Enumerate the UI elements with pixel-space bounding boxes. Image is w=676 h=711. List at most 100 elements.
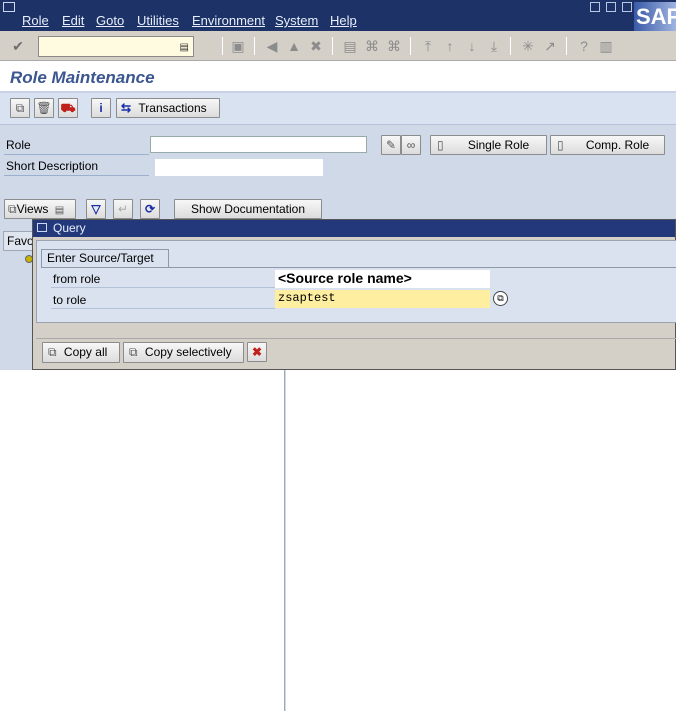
system-menu-icon[interactable] (3, 2, 15, 12)
enter-icon[interactable]: ✔ (10, 38, 26, 54)
copy-role-button[interactable]: ⧉ (10, 98, 30, 118)
menu-edit[interactable]: Edit (62, 13, 84, 28)
menu-role[interactable]: Role (22, 13, 49, 28)
refresh-icon: ⟳ (144, 202, 156, 216)
maximize-icon[interactable] (606, 2, 616, 12)
toolbar-separator (510, 37, 511, 55)
detail-panel (286, 370, 676, 711)
transactions-icon: ⇆ (121, 101, 132, 115)
short-description-label: Short Description (6, 159, 99, 173)
title-bar: Role Maintenance (0, 61, 676, 93)
exit-icon[interactable]: ▲ (286, 38, 302, 54)
views-dropdown-icon: ▤ (54, 205, 65, 216)
show-documentation-button[interactable]: Show Documentation (174, 199, 322, 219)
short-description-field[interactable] (155, 159, 323, 176)
to-role-input[interactable]: zsaptest (275, 290, 490, 308)
command-field[interactable]: ▤ (38, 36, 194, 57)
collapse-button[interactable]: ↵ (113, 199, 133, 219)
from-role-label: from role (53, 272, 101, 286)
copy-selectively-label: Copy selectively (144, 345, 232, 359)
views-label: Views (16, 202, 49, 216)
tab-line (41, 267, 676, 268)
tab-enter-source-target[interactable]: Enter Source/Target (41, 249, 169, 267)
views-button[interactable]: ⧉Views ▤ (4, 199, 76, 219)
first-page-icon[interactable]: ⤒ (420, 38, 436, 54)
refresh-button[interactable]: ⟳ (140, 199, 160, 219)
find-next-icon[interactable]: ⌘ (386, 38, 402, 54)
dialog-body: Enter Source/Target from role <Source ro… (36, 240, 676, 323)
filter-button[interactable]: ▽ (86, 199, 106, 219)
print-icon[interactable]: ▤ (342, 38, 358, 54)
role-input[interactable] (150, 136, 367, 153)
delete-button[interactable]: 🗑 (34, 98, 54, 118)
help-icon[interactable]: ? (576, 38, 592, 54)
single-role-button[interactable]: ▯ Single Role (430, 135, 547, 155)
find-icon[interactable]: ⌘ (364, 38, 380, 54)
copy-icon: ⧉ (129, 345, 138, 359)
from-role-input[interactable]: <Source role name> (275, 270, 490, 288)
copy-icon: ⧉ (48, 345, 57, 359)
tab-label: Enter Source/Target (47, 251, 154, 265)
previous-page-icon[interactable]: ↑ (442, 38, 458, 54)
menu-environment[interactable]: Environment (192, 13, 265, 28)
page-title: Role Maintenance (10, 68, 155, 87)
role-label: Role (6, 138, 31, 152)
toolbar-separator (566, 37, 567, 55)
application-toolbar: ⧉ 🗑 ⛟ i ⇆ Transactions (0, 93, 676, 125)
copy-all-button[interactable]: ⧉ Copy all (42, 342, 120, 363)
menu-help[interactable]: Help (330, 13, 357, 28)
short-description-underline (4, 175, 149, 176)
cancel-dialog-button[interactable]: ✖ (247, 342, 267, 362)
menu-utilities[interactable]: Utilities (137, 13, 179, 28)
role-label-underline (4, 154, 149, 155)
tree-panel (0, 370, 285, 711)
menu-goto[interactable]: Goto (96, 13, 124, 28)
pencil-icon: ✎ (385, 138, 397, 152)
dialog-menu-icon[interactable] (37, 223, 47, 232)
dialog-title: Query (53, 221, 86, 235)
new-session-icon[interactable]: ✳ (520, 38, 536, 54)
close-window-icon[interactable] (622, 2, 632, 12)
favorites-label: Favo (7, 234, 34, 248)
display-glasses-button[interactable]: ∞ (401, 135, 421, 155)
cancel-icon[interactable]: ✖ (308, 38, 324, 54)
show-documentation-label: Show Documentation (190, 202, 306, 216)
comp-role-label: Comp. Role (585, 138, 650, 152)
from-role-value: <Source role name> (278, 270, 412, 286)
from-role-underline (51, 287, 275, 288)
document-icon: ▯ (557, 138, 564, 152)
dialog-title-bar[interactable]: Query (33, 220, 675, 237)
document-icon: ▯ (437, 138, 444, 152)
customize-layout-icon[interactable]: ▥ (598, 38, 614, 54)
favorites-column-header[interactable]: Favo (3, 231, 34, 251)
info-button[interactable]: i (91, 98, 111, 118)
views-icon: ⧉ (8, 202, 17, 216)
transport-button[interactable]: ⛟ (58, 98, 78, 118)
back-icon[interactable]: ◀ (264, 38, 280, 54)
transactions-label: Transactions (138, 101, 207, 115)
command-field-dropdown-icon[interactable]: ▤ (180, 42, 189, 53)
change-pencil-button[interactable]: ✎ (381, 135, 401, 155)
toolbar-separator (254, 37, 255, 55)
collapse-icon: ↵ (117, 202, 129, 216)
menu-bar: Role Edit Goto Utilities Environment Sys… (0, 0, 676, 31)
minimize-icon[interactable] (590, 2, 600, 12)
last-page-icon[interactable]: ⤓ (486, 38, 502, 54)
menu-system[interactable]: System (275, 13, 318, 28)
shortcut-icon[interactable]: ↗ (542, 38, 558, 54)
to-role-label: to role (53, 293, 87, 307)
copy-selectively-button[interactable]: ⧉ Copy selectively (123, 342, 244, 363)
copy-all-label: Copy all (63, 345, 108, 359)
save-icon[interactable]: ▣ (230, 38, 246, 54)
transactions-button[interactable]: ⇆ Transactions (116, 98, 220, 118)
single-role-label: Single Role (467, 138, 530, 152)
filter-icon: ▽ (91, 202, 101, 216)
to-role-value: zsaptest (278, 291, 336, 305)
toolbar-separator (410, 37, 411, 55)
value-help-icon[interactable]: ⧉ (493, 291, 508, 306)
toolbar-separator (222, 37, 223, 55)
query-dialog: Query Enter Source/Target from role <Sou… (32, 219, 676, 370)
next-page-icon[interactable]: ↓ (464, 38, 480, 54)
comp-role-button[interactable]: ▯ Comp. Role (550, 135, 665, 155)
standard-toolbar: ✔ ▤ ▣ ◀ ▲ ✖ ▤ ⌘ ⌘ ⤒ ↑ ↓ ⤓ ✳ ↗ ? ▥ (0, 31, 676, 61)
